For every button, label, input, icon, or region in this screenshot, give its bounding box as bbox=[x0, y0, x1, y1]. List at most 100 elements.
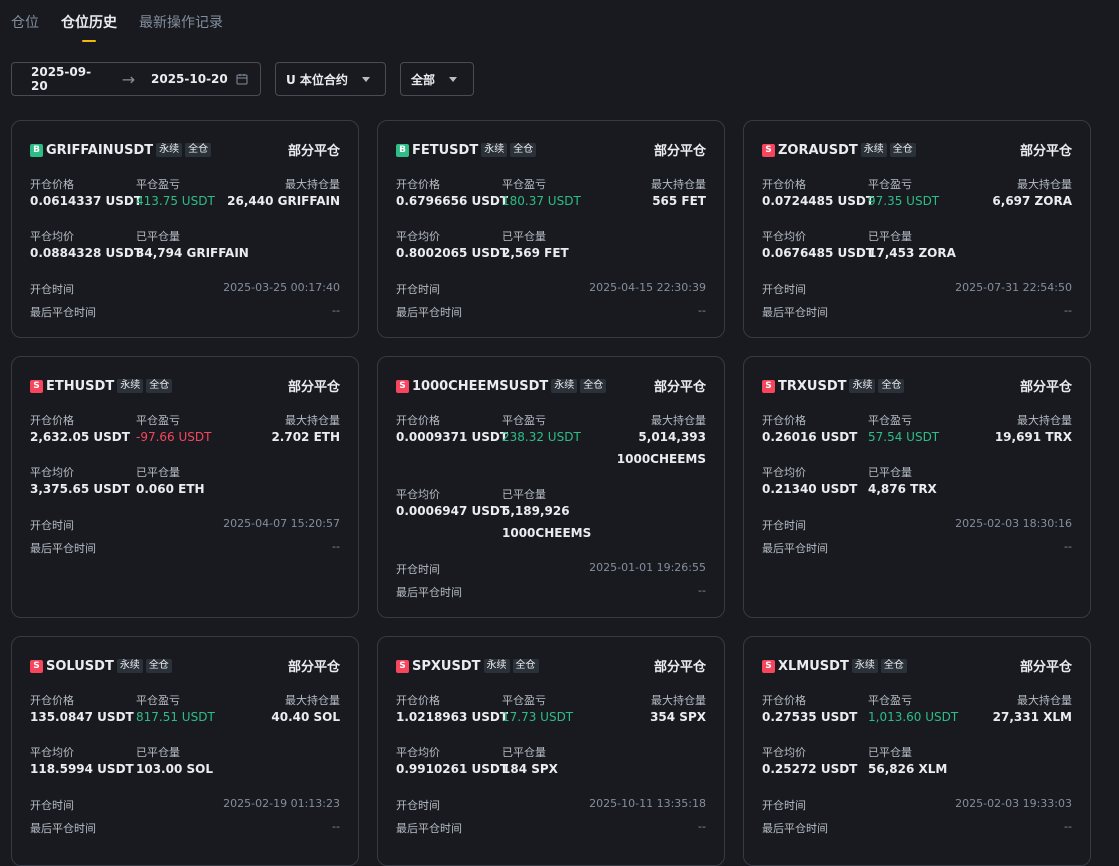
tab-positions[interactable]: 仓位 bbox=[11, 0, 39, 48]
open-time-label: 开仓时间 bbox=[762, 283, 806, 296]
avg-close-price-value: 0.25272 USDT bbox=[762, 762, 858, 776]
avg-close-price-label: 平仓均价 bbox=[396, 746, 440, 759]
last-close-time-label: 最后平仓时间 bbox=[30, 306, 96, 319]
symbol: ETHUSDT bbox=[46, 378, 115, 394]
contract-type-value: U 本位合约 bbox=[286, 72, 348, 87]
max-position-value: 26,440 GRIFFAIN bbox=[227, 194, 340, 208]
last-close-time-value: -- bbox=[1064, 304, 1072, 317]
perpetual-tag: 永续 bbox=[117, 379, 144, 393]
closed-qty-value: 17,453 ZORA bbox=[868, 246, 956, 260]
open-time-label: 开仓时间 bbox=[762, 519, 806, 532]
avg-close-price-label: 平仓均价 bbox=[762, 466, 806, 479]
last-close-time-value: -- bbox=[332, 820, 340, 833]
pnl-value: 1,013.60 USDT bbox=[868, 710, 959, 724]
max-position-label: 最大持仓量 bbox=[651, 694, 706, 707]
position-status: 部分平仓 bbox=[1019, 380, 1072, 395]
open-time-value: 2025-10-11 13:35:18 bbox=[589, 797, 706, 810]
open-time-label: 开仓时间 bbox=[30, 519, 74, 532]
pnl-value: 180.37 USDT bbox=[502, 194, 581, 208]
card-header: B GRIFFAINUSDT 永续 全仓 bbox=[30, 142, 214, 158]
position-card[interactable]: S SPXUSDT 永续 全仓 部分平仓 开仓价格 平仓盈亏 最大持仓量 1.0… bbox=[377, 636, 725, 866]
card-header: S 1000CHEEMSUSDT 永续 全仓 bbox=[396, 378, 609, 394]
avg-close-price-label: 平仓均价 bbox=[762, 746, 806, 759]
open-time-label: 开仓时间 bbox=[396, 283, 440, 296]
avg-close-price-value: 0.9910261 USDT bbox=[396, 762, 509, 776]
side-badge: S bbox=[396, 379, 409, 393]
closed-qty-value: 2,569 FET bbox=[502, 246, 569, 260]
last-close-time-label: 最后平仓时间 bbox=[762, 822, 828, 835]
max-position-label: 最大持仓量 bbox=[285, 178, 340, 191]
open-price-label: 开仓价格 bbox=[396, 178, 440, 191]
symbol: SOLUSDT bbox=[46, 658, 114, 674]
open-price-label: 开仓价格 bbox=[762, 414, 806, 427]
card-header: S SPXUSDT 永续 全仓 bbox=[396, 658, 542, 674]
cross-margin-tag: 全仓 bbox=[185, 143, 212, 157]
cross-margin-tag: 全仓 bbox=[889, 143, 916, 157]
max-position-label: 最大持仓量 bbox=[285, 414, 340, 427]
max-position-value: 6,697 ZORA bbox=[992, 194, 1072, 208]
last-close-time-value: -- bbox=[698, 584, 706, 597]
pnl-value: -97.66 USDT bbox=[136, 430, 212, 444]
pnl-value: 97.35 USDT bbox=[868, 194, 940, 208]
position-card[interactable]: B GRIFFAINUSDT 永续 全仓 部分平仓 开仓价格 平仓盈亏 最大持仓… bbox=[11, 120, 359, 338]
position-status: 部分平仓 bbox=[1019, 660, 1072, 675]
pnl-value: 238.32 USDT bbox=[502, 430, 581, 444]
last-close-time-value: -- bbox=[332, 540, 340, 553]
tab-latest-operations[interactable]: 最新操作记录 bbox=[139, 0, 223, 48]
cross-margin-tag: 全仓 bbox=[880, 659, 907, 673]
last-close-time-label: 最后平仓时间 bbox=[30, 822, 96, 835]
max-position-value: 565 FET bbox=[652, 194, 706, 208]
closed-qty-label: 已平仓量 bbox=[868, 466, 912, 479]
max-position-label: 最大持仓量 bbox=[1017, 178, 1072, 191]
last-close-time-value: -- bbox=[332, 304, 340, 317]
pnl-label: 平仓盈亏 bbox=[502, 178, 546, 191]
date-end[interactable]: 2025-10-20 bbox=[151, 72, 231, 86]
position-card[interactable]: S TRXUSDT 永续 全仓 部分平仓 开仓价格 平仓盈亏 最大持仓量 0.2… bbox=[743, 356, 1091, 618]
date-range-picker[interactable]: 2025-09-20 → 2025-10-20 bbox=[11, 62, 261, 96]
closed-qty-label: 已平仓量 bbox=[868, 746, 912, 759]
contract-type-select[interactable]: U 本位合约 bbox=[275, 62, 386, 96]
closed-qty-label: 已平仓量 bbox=[868, 230, 912, 243]
open-price-value: 135.0847 USDT bbox=[30, 710, 134, 724]
last-close-time-value: -- bbox=[1064, 820, 1072, 833]
last-close-time-value: -- bbox=[698, 304, 706, 317]
position-card[interactable]: S ETHUSDT 永续 全仓 部分平仓 开仓价格 平仓盈亏 最大持仓量 2,6… bbox=[11, 356, 359, 618]
avg-close-price-label: 平仓均价 bbox=[396, 230, 440, 243]
card-header: S ETHUSDT 永续 全仓 bbox=[30, 378, 175, 394]
side-badge: B bbox=[30, 143, 43, 157]
date-start[interactable]: 2025-09-20 bbox=[31, 65, 106, 93]
position-status: 部分平仓 bbox=[653, 380, 706, 395]
closed-qty-label: 已平仓量 bbox=[502, 746, 546, 759]
position-card[interactable]: S 1000CHEEMSUSDT 永续 全仓 部分平仓 开仓价格 平仓盈亏 最大… bbox=[377, 356, 725, 618]
cross-margin-tag: 全仓 bbox=[878, 379, 905, 393]
position-status: 部分平仓 bbox=[653, 144, 706, 159]
max-position-label: 最大持仓量 bbox=[1017, 694, 1072, 707]
tab-bar: 仓位 仓位历史 最新操作记录 bbox=[11, 0, 223, 48]
max-position-value: 5,014,393 bbox=[638, 430, 706, 444]
scope-select[interactable]: 全部 bbox=[400, 62, 474, 96]
open-time-value: 2025-02-03 18:30:16 bbox=[955, 517, 1072, 530]
position-card[interactable]: B FETUSDT 永续 全仓 部分平仓 开仓价格 平仓盈亏 最大持仓量 0.6… bbox=[377, 120, 725, 338]
perpetual-tag: 永续 bbox=[860, 143, 887, 157]
avg-close-price-label: 平仓均价 bbox=[762, 230, 806, 243]
perpetual-tag: 永续 bbox=[116, 659, 143, 673]
open-time-label: 开仓时间 bbox=[762, 799, 806, 812]
avg-close-price-label: 平仓均价 bbox=[396, 488, 440, 501]
side-badge: S bbox=[396, 659, 409, 673]
position-card[interactable]: S XLMUSDT 永续 全仓 部分平仓 开仓价格 平仓盈亏 最大持仓量 0.2… bbox=[743, 636, 1091, 866]
max-position-value: 27,331 XLM bbox=[992, 710, 1072, 724]
max-position-label: 最大持仓量 bbox=[1017, 414, 1072, 427]
open-time-label: 开仓时间 bbox=[396, 799, 440, 812]
cross-margin-tag: 全仓 bbox=[510, 143, 537, 157]
pnl-label: 平仓盈亏 bbox=[136, 414, 180, 427]
perpetual-tag: 永续 bbox=[481, 143, 508, 157]
open-price-label: 开仓价格 bbox=[30, 178, 74, 191]
calendar-icon[interactable] bbox=[236, 73, 248, 85]
position-card[interactable]: S SOLUSDT 永续 全仓 部分平仓 开仓价格 平仓盈亏 最大持仓量 135… bbox=[11, 636, 359, 866]
open-price-value: 0.0614337 USDT bbox=[30, 194, 143, 208]
position-card[interactable]: S ZORAUSDT 永续 全仓 部分平仓 开仓价格 平仓盈亏 最大持仓量 0.… bbox=[743, 120, 1091, 338]
tab-position-history[interactable]: 仓位历史 bbox=[61, 0, 117, 48]
open-price-label: 开仓价格 bbox=[762, 694, 806, 707]
closed-qty-value: 34,794 GRIFFAIN bbox=[136, 246, 249, 260]
symbol: TRXUSDT bbox=[778, 378, 847, 394]
